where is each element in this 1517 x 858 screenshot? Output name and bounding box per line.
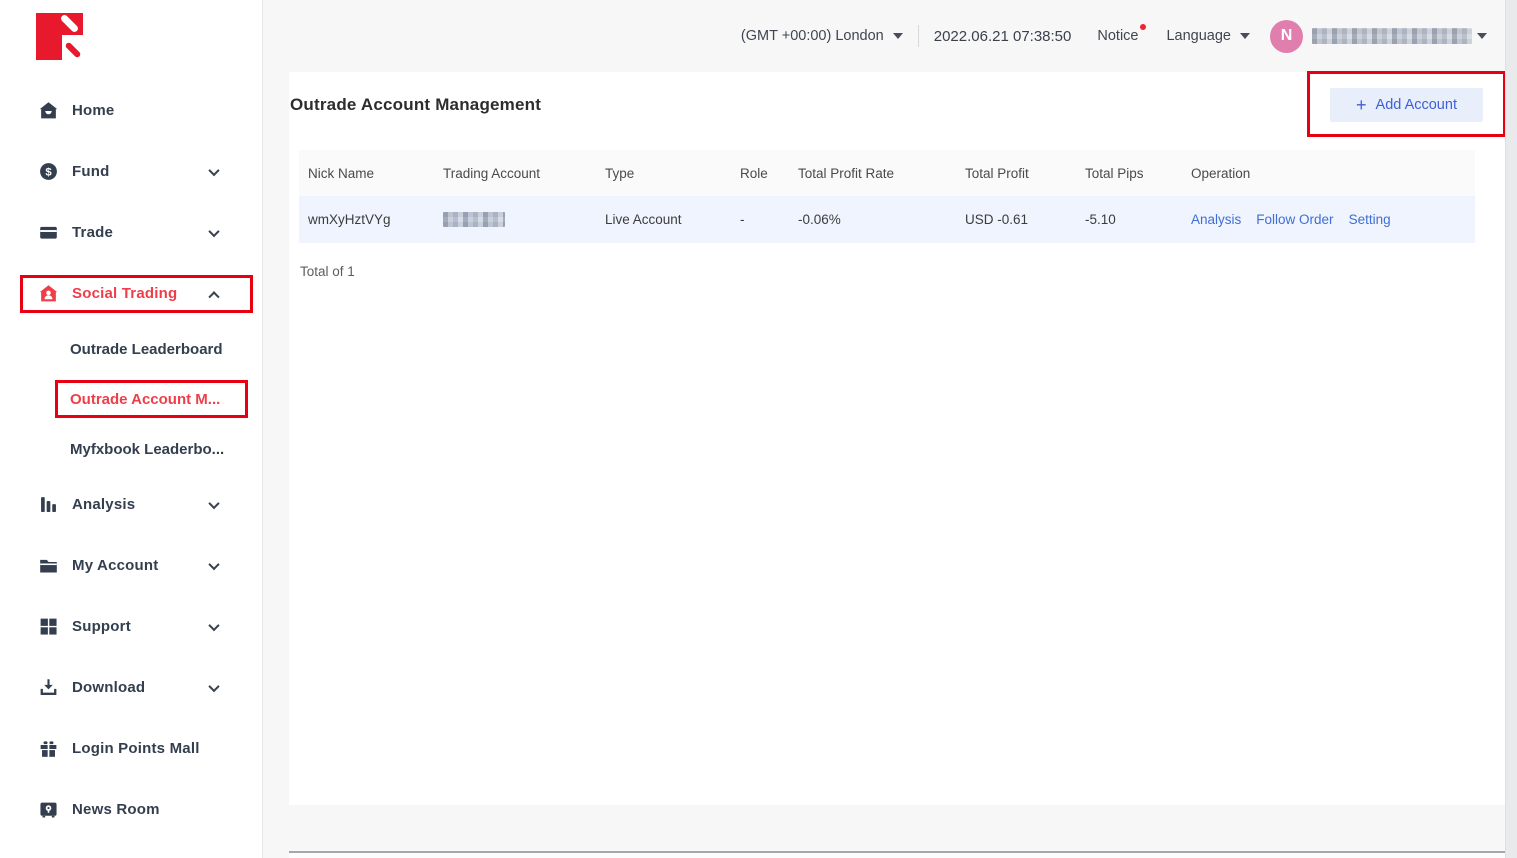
notice-badge-dot: [1140, 24, 1146, 30]
content-card: Outrade Account Management + Add Account…: [289, 72, 1505, 805]
table-row: wmXyHztVYg Live Account - -0.06% USD -0.…: [299, 196, 1475, 243]
sidebar: Home $ Fund Trade Social Trading Outrade…: [0, 0, 263, 858]
sidebar-subitem-label: Outrade Account M...: [70, 391, 220, 408]
analysis-icon: [38, 494, 59, 515]
sidebar-subitem-outrade-leaderboard[interactable]: Outrade Leaderboard: [0, 324, 262, 374]
sidebar-item-my-account[interactable]: My Account: [0, 535, 262, 596]
sidebar-item-label: Download: [72, 679, 145, 696]
cell-trading-account: [434, 212, 596, 227]
fund-icon: $: [38, 161, 59, 182]
timezone-label: (GMT +00:00) London: [741, 28, 884, 44]
column-header-type: Type: [596, 166, 731, 181]
sidebar-item-label: Login Points Mall: [72, 740, 200, 757]
sidebar-subitem-outrade-account-management[interactable]: Outrade Account M...: [0, 374, 262, 424]
follow-order-link[interactable]: Follow Order: [1256, 212, 1333, 227]
cell-nick-name: wmXyHztVYg: [299, 212, 434, 227]
vertical-scrollbar[interactable]: [1505, 0, 1517, 858]
sidebar-item-analysis[interactable]: Analysis: [0, 474, 262, 535]
sidebar-item-news-room[interactable]: News Room: [0, 779, 262, 840]
masked-username[interactable]: [1312, 28, 1472, 44]
svg-text:$: $: [45, 167, 52, 179]
chevron-down-icon: [208, 164, 219, 175]
sidebar-item-home[interactable]: Home: [0, 80, 262, 141]
sidebar-item-social-trading[interactable]: Social Trading: [0, 263, 262, 324]
datetime-display: 2022.06.21 07:38:50: [934, 28, 1072, 45]
column-header-operation: Operation: [1182, 166, 1475, 181]
sidebar-item-login-points-mall[interactable]: Login Points Mall: [0, 718, 262, 779]
footer-strip: [289, 853, 1505, 858]
caret-down-icon: [893, 33, 903, 39]
masked-trading-account: [443, 212, 505, 227]
column-header-total-profit-rate: Total Profit Rate: [789, 166, 956, 181]
chevron-down-icon: [208, 497, 219, 508]
add-account-label: Add Account: [1376, 97, 1457, 113]
download-icon: [38, 677, 59, 698]
setting-link[interactable]: Setting: [1349, 212, 1391, 227]
sidebar-item-fund[interactable]: $ Fund: [0, 141, 262, 202]
timezone-selector[interactable]: (GMT +00:00) London: [741, 28, 903, 44]
topbar-divider: [918, 25, 919, 47]
page-title: Outrade Account Management: [290, 95, 541, 115]
analysis-link[interactable]: Analysis: [1191, 212, 1241, 227]
support-icon: [38, 616, 59, 637]
add-account-button[interactable]: + Add Account: [1330, 88, 1483, 122]
accounts-table: Nick Name Trading Account Type Role Tota…: [299, 150, 1475, 243]
sidebar-subitem-myfxbook-leaderboard[interactable]: Myfxbook Leaderbo...: [0, 424, 262, 474]
sidebar-item-label: Analysis: [72, 496, 135, 513]
notice-label: Notice: [1097, 28, 1138, 44]
cell-total-profit-rate: -0.06%: [789, 212, 956, 227]
social-trading-icon: [38, 283, 59, 304]
chevron-up-icon: [208, 291, 219, 302]
sidebar-item-support[interactable]: Support: [0, 596, 262, 657]
trade-icon: [38, 222, 59, 243]
notice-link[interactable]: Notice: [1097, 28, 1138, 44]
news-room-icon: [38, 799, 59, 820]
sidebar-subitem-label: Outrade Leaderboard: [70, 341, 223, 358]
cell-operation: Analysis Follow Order Setting: [1182, 212, 1475, 227]
language-selector[interactable]: Language: [1166, 28, 1250, 44]
brand-logo[interactable]: [0, 0, 262, 80]
sidebar-item-trade[interactable]: Trade: [0, 202, 262, 263]
column-header-total-pips: Total Pips: [1076, 166, 1182, 181]
sidebar-item-label: Fund: [72, 163, 109, 180]
sidebar-item-label: Home: [72, 102, 114, 119]
chevron-down-icon: [208, 680, 219, 691]
sidebar-item-label: Support: [72, 618, 131, 635]
chevron-down-icon: [208, 225, 219, 236]
column-header-total-profit: Total Profit: [956, 166, 1076, 181]
avatar[interactable]: N: [1270, 20, 1303, 53]
cell-total-profit: USD -0.61: [956, 212, 1076, 227]
chevron-down-icon: [208, 619, 219, 630]
cell-total-pips: -5.10: [1076, 212, 1182, 227]
language-label: Language: [1166, 28, 1231, 44]
caret-down-icon: [1240, 33, 1250, 39]
home-icon: [38, 100, 59, 121]
sidebar-item-label: Trade: [72, 224, 113, 241]
sidebar-item-label: Social Trading: [72, 285, 177, 302]
chevron-down-icon: [208, 558, 219, 569]
sidebar-item-label: My Account: [72, 557, 158, 574]
table-header-row: Nick Name Trading Account Type Role Tota…: [299, 150, 1475, 196]
gift-icon: [38, 738, 59, 759]
plus-icon: +: [1356, 96, 1367, 114]
column-header-role: Role: [731, 166, 789, 181]
topbar: (GMT +00:00) London 2022.06.21 07:38:50 …: [264, 0, 1505, 72]
sidebar-item-download[interactable]: Download: [0, 657, 262, 718]
column-header-trading-account: Trading Account: [434, 166, 596, 181]
column-header-nick-name: Nick Name: [299, 166, 434, 181]
caret-down-icon[interactable]: [1477, 33, 1487, 39]
my-account-icon: [38, 555, 59, 576]
sidebar-subitem-label: Myfxbook Leaderbo...: [70, 441, 224, 458]
cell-role: -: [731, 212, 789, 227]
sidebar-item-label: News Room: [72, 801, 160, 818]
brand-logo-icon: [36, 13, 83, 60]
cell-type: Live Account: [596, 212, 731, 227]
total-count-text: Total of 1: [300, 264, 355, 279]
